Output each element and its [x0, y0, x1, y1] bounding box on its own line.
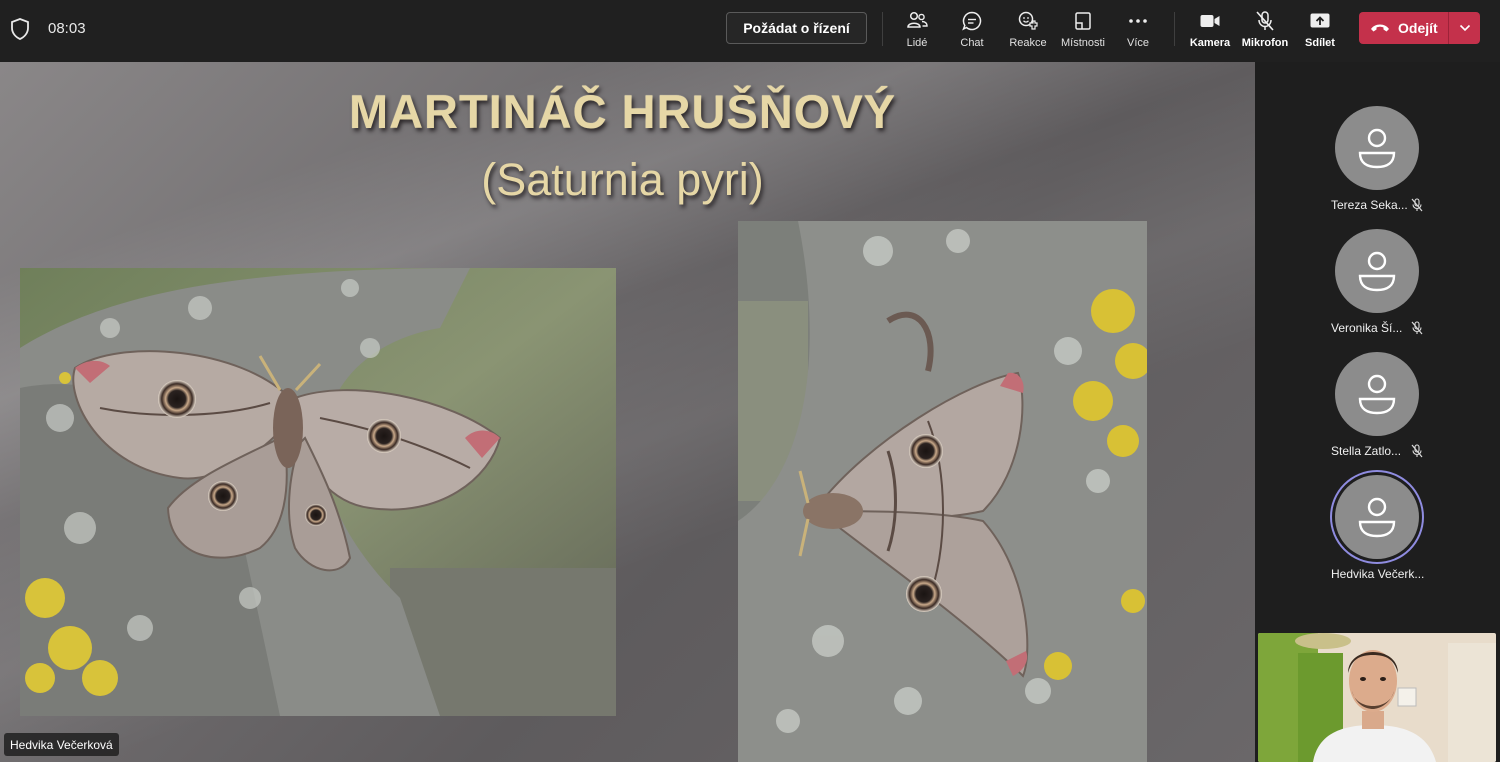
hang-up-icon	[1371, 24, 1389, 32]
more-icon	[1129, 19, 1147, 23]
reactions-icon	[1018, 11, 1038, 30]
people-button[interactable]: Lidé	[886, 8, 948, 52]
participant-name: Stella Zatlo...	[1331, 444, 1402, 458]
participant-tile[interactable]: Stella Zatlo...	[1255, 352, 1500, 472]
avatar	[1335, 475, 1419, 559]
toolbar-divider	[882, 12, 883, 46]
mic-off-icon	[1256, 11, 1274, 31]
participant-name: Tereza Seka...	[1331, 198, 1408, 212]
avatar	[1335, 229, 1419, 313]
more-label: Více	[1126, 37, 1149, 49]
participant-tile[interactable]: Tereza Seka...	[1255, 106, 1500, 226]
rooms-icon	[1075, 12, 1091, 30]
mic-off-icon	[1411, 321, 1423, 335]
moth-photo-left	[20, 268, 616, 716]
rooms-button[interactable]: Místnosti	[1052, 8, 1114, 52]
leave-main-button[interactable]: Odejít	[1359, 12, 1448, 44]
participant-tile-speaking[interactable]: Hedvika Večerk...	[1255, 475, 1500, 595]
slide-subtitle: (Saturnia pyri)	[481, 154, 764, 205]
participant-name: Hedvika Večerk...	[1331, 567, 1425, 581]
more-button[interactable]: Více	[1107, 8, 1169, 52]
avatar	[1335, 352, 1419, 436]
leave-options-button[interactable]	[1449, 12, 1480, 44]
participant-panel: Tereza Seka... Veronika Ší... Stella Zat…	[1255, 62, 1500, 762]
chevron-down-icon	[1459, 24, 1470, 32]
person-icon	[1358, 251, 1396, 292]
person-icon	[1358, 497, 1396, 538]
leave-label: Odejít	[1398, 20, 1438, 36]
presenter-name-tag: Hedvika Večerková	[4, 733, 119, 756]
slide-title: MARTINÁČ HRUŠŇOVÝ	[348, 85, 897, 138]
microphone-label: Mikrofon	[1241, 37, 1289, 49]
shield-icon	[11, 18, 29, 40]
share-button[interactable]: Sdílet	[1289, 8, 1351, 52]
microphone-button[interactable]: Mikrofon	[1234, 8, 1296, 52]
meeting-timer: 08:03	[48, 20, 86, 37]
rooms-label: Místnosti	[1060, 37, 1105, 49]
avatar	[1335, 106, 1419, 190]
self-view-video[interactable]	[1258, 633, 1496, 762]
people-label: Lidé	[906, 37, 928, 49]
leave-button[interactable]: Odejít	[1359, 12, 1480, 44]
moth-photo-right	[738, 221, 1147, 762]
shared-screen: MARTINÁČ HRUŠŇOVÝ (Saturnia pyri)	[0, 62, 1255, 762]
chat-button[interactable]: Chat	[941, 8, 1003, 52]
meeting-toolbar: 08:03 Požádat o řízení Lidé Chat Reakce	[0, 0, 1500, 62]
participant-name: Veronika Ší...	[1331, 321, 1403, 335]
person-icon	[1358, 374, 1396, 415]
chat-icon	[962, 11, 982, 31]
request-control-button[interactable]: Požádat o řízení	[726, 12, 867, 44]
share-label: Sdílet	[1305, 37, 1335, 49]
share-icon	[1310, 13, 1330, 28]
reactions-label: Reakce	[1009, 37, 1047, 49]
reactions-button[interactable]: Reakce	[997, 8, 1059, 52]
participant-tile[interactable]: Veronika Ší...	[1255, 229, 1500, 349]
mic-off-icon	[1411, 444, 1423, 458]
person-icon	[1358, 128, 1396, 169]
camera-icon	[1200, 15, 1220, 27]
mic-off-icon	[1411, 198, 1423, 212]
toolbar-divider	[1174, 12, 1175, 46]
chat-label: Chat	[960, 37, 984, 49]
camera-label: Kamera	[1189, 37, 1231, 49]
people-icon	[907, 11, 928, 28]
camera-button[interactable]: Kamera	[1179, 8, 1241, 52]
